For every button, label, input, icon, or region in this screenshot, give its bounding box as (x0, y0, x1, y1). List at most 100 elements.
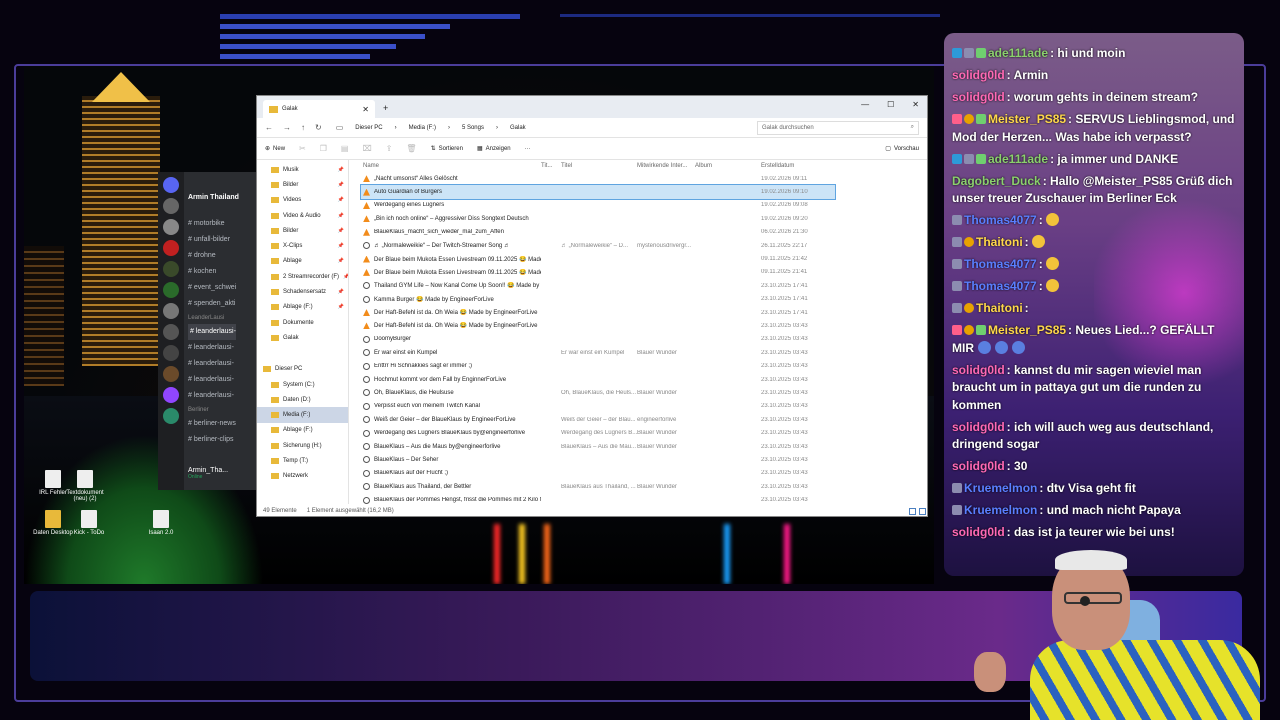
nav-item[interactable]: Video & Audio 📌 (257, 208, 348, 223)
nav-item[interactable]: 2 Streamrecorder (F) 📌 (257, 269, 348, 284)
channel-item[interactable]: # leanderlausi- (188, 356, 236, 372)
file-row[interactable]: Thailand GYM Life – Now Kanal Come Up So… (361, 279, 927, 292)
file-row[interactable]: „Bin ich noch online“ – Aggressiver Diss… (361, 212, 927, 225)
server-icon[interactable] (163, 240, 179, 256)
file-row[interactable]: BlaueKlaus – Der Seher 23.10.2025 03:43 (361, 453, 927, 466)
copy-icon[interactable]: ❐ (320, 144, 327, 153)
paste-icon[interactable]: ▤ (341, 144, 349, 153)
rename-icon[interactable]: ⌧ (362, 144, 371, 153)
breadcrumb-item[interactable]: 5 Songs (462, 125, 484, 131)
file-row[interactable]: DoomyBurger 23.10.2025 03:43 (361, 333, 927, 346)
channel-item[interactable]: # berliner-clips (188, 432, 236, 448)
nav-item[interactable]: Temp (T:) (257, 453, 348, 468)
chat-username[interactable]: Dagobert_Duck (952, 174, 1041, 188)
preview-pane-button[interactable]: ▢ Vorschau (885, 145, 919, 153)
nav-item[interactable]: System (C:) (257, 377, 348, 392)
nav-item[interactable]: Musik 📌 (257, 162, 348, 177)
breadcrumb[interactable]: ▭ Dieser PC › Media (F:) › 5 Songs › Galak (332, 121, 747, 135)
cut-icon[interactable]: ✂ (299, 144, 306, 153)
discord-server-name[interactable]: Armin Thailand (188, 194, 239, 201)
file-row[interactable]: Der Haft-Befehl ist da. Oh Weia 😂 Made b… (361, 319, 927, 332)
file-row[interactable]: Er war einst ein Kumpel Er war einst ein … (361, 346, 927, 359)
chat-username[interactable]: solidg0ld (952, 459, 1005, 473)
file-row[interactable]: Enttrr Hi Schnakkies sagt er immer ;) 23.… (361, 359, 927, 372)
channel-item[interactable]: # drohne (188, 248, 236, 264)
file-row[interactable]: Der Blaue beim Mukota Essen Livestream 0… (361, 252, 927, 265)
file-row[interactable]: Verpisst euch von meinem Twitch Kanal 23.… (361, 400, 927, 413)
close-tab-icon[interactable]: ✕ (362, 105, 369, 114)
search-input[interactable]: Galak durchsuchen ⌕ (757, 120, 919, 135)
chat-username[interactable]: solidg0ld (952, 90, 1005, 104)
breadcrumb-item[interactable]: Galak (510, 125, 526, 131)
file-row[interactable]: Hochmut kommt vor dem Fall by EnginnerFo… (361, 373, 927, 386)
chat-username[interactable]: Thomas4077 (964, 279, 1037, 293)
nav-item[interactable]: X-Clips 📌 (257, 238, 348, 253)
server-icon[interactable] (163, 198, 179, 214)
discord-home-icon[interactable] (163, 177, 179, 193)
delete-icon[interactable]: 🗑 (406, 144, 416, 153)
channel-item[interactable]: # berliner-news (188, 416, 236, 432)
close-window-button[interactable]: ✕ (912, 100, 919, 109)
breadcrumb-item[interactable]: Dieser PC (355, 125, 382, 131)
file-row[interactable]: ♬ „Normaleweikie“ – Der Twitch-Streamer … (361, 239, 927, 252)
file-row[interactable]: Kamma Burger 😂 Made by EngineerForLive 23… (361, 293, 927, 306)
nav-item[interactable]: Bilder 📌 (257, 223, 348, 238)
server-icon[interactable] (163, 324, 179, 340)
channel-item[interactable]: # leanderlausi- (188, 324, 237, 340)
file-row[interactable]: Werdegang eines Lügners 19.02.2026 09:08 (361, 199, 927, 212)
column-header[interactable]: Mitwirkende Inter... (637, 163, 695, 169)
tiles-view-icon[interactable] (919, 508, 926, 515)
new-button[interactable]: ⊕ New (265, 145, 285, 153)
chat-username[interactable]: solidg0ld (952, 68, 1005, 82)
details-view-icon[interactable] (909, 508, 916, 515)
breadcrumb-item[interactable]: Media (F:) (409, 125, 436, 131)
channel-item[interactable]: # leanderlausi- (188, 340, 236, 356)
channel-item[interactable]: # kochen (188, 264, 236, 280)
maximize-button[interactable]: ☐ (887, 100, 894, 109)
channel-item[interactable]: # leanderlausi- (188, 388, 236, 404)
server-icon[interactable] (163, 282, 179, 298)
server-icon[interactable] (163, 345, 179, 361)
chat-username[interactable]: Thomas4077 (964, 257, 1037, 271)
file-row[interactable]: BlaueKlaus auf der Flucht ;) 23.10.2025 0… (361, 467, 927, 480)
view-button[interactable]: ▦ Anzeigen (477, 145, 511, 153)
chat-username[interactable]: solidg0ld (952, 525, 1005, 539)
sort-button[interactable]: ⇅ Sortieren (431, 145, 463, 153)
server-icon[interactable] (163, 303, 179, 319)
server-icon[interactable] (163, 408, 179, 424)
more-options-button[interactable]: ··· (525, 146, 531, 152)
nav-item[interactable]: Sicherung (H:) (257, 438, 348, 453)
file-row[interactable]: Weiß der Geier – der BlaueKlaus by Engin… (361, 413, 927, 426)
chat-username[interactable]: solidg0ld (952, 363, 1005, 377)
share-icon[interactable]: ⇪ (386, 144, 393, 153)
chat-username[interactable]: solidg0ld (952, 420, 1005, 434)
nav-item[interactable]: Daten (D:) (257, 392, 348, 407)
file-row[interactable]: BlaueKlaus_macht_sich_wieder_mal_zum_Aff… (361, 226, 927, 239)
chat-username[interactable]: Meister_PS85 (988, 323, 1066, 337)
channel-category[interactable]: Berliner (188, 404, 236, 416)
desktop-icon[interactable]: Isaan 2.0 (138, 510, 184, 536)
chat-username[interactable]: Thaitoni (976, 235, 1023, 249)
chat-username[interactable]: Meister_PS85 (988, 112, 1066, 126)
chat-username[interactable]: ade111ade (988, 152, 1048, 166)
column-header[interactable]: Titel (561, 163, 637, 169)
nav-item[interactable]: Ablage (F:) 📌 (257, 300, 348, 315)
nav-item[interactable]: Media (F:) (257, 407, 348, 423)
channel-item[interactable]: # event_schwei (188, 280, 236, 296)
file-row[interactable]: Auto Guardian of Burgers 19.02.2026 09:10 (360, 184, 836, 200)
new-tab-button[interactable]: + (383, 103, 388, 113)
chat-username[interactable]: ade111ade (988, 46, 1048, 60)
nav-item[interactable]: Ablage 📌 (257, 254, 348, 269)
channel-category[interactable]: LeanderLausi (188, 312, 236, 324)
up-arrow-icon[interactable]: ↑ (301, 123, 305, 132)
twitch-server-icon[interactable] (163, 387, 179, 403)
column-header[interactable]: Name (363, 163, 541, 169)
file-row[interactable]: BlaueKlaus der Pommes Hengst, frisst die… (361, 493, 927, 504)
server-icon[interactable] (163, 261, 179, 277)
discord-user-panel[interactable]: Armin_Tha... Online (188, 467, 228, 480)
column-header[interactable]: Erstelldatum (761, 163, 833, 169)
file-row[interactable]: „Nacht umsonst“ Alles Gelöscht 19.02.2026… (361, 172, 927, 185)
explorer-tab[interactable]: Galak ✕ (263, 100, 375, 118)
chat-username[interactable]: Kruemelmon (964, 503, 1037, 517)
file-row[interactable]: BlaueKlaus aus Thailand, der Bettler Blau… (361, 480, 927, 493)
